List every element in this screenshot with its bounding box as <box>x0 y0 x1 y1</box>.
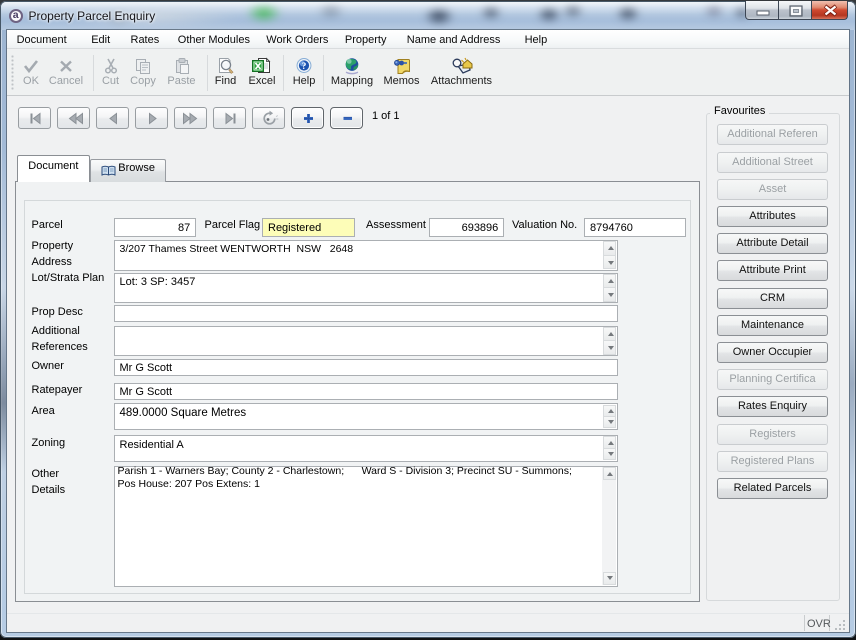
svg-text:?: ? <box>302 62 307 72</box>
